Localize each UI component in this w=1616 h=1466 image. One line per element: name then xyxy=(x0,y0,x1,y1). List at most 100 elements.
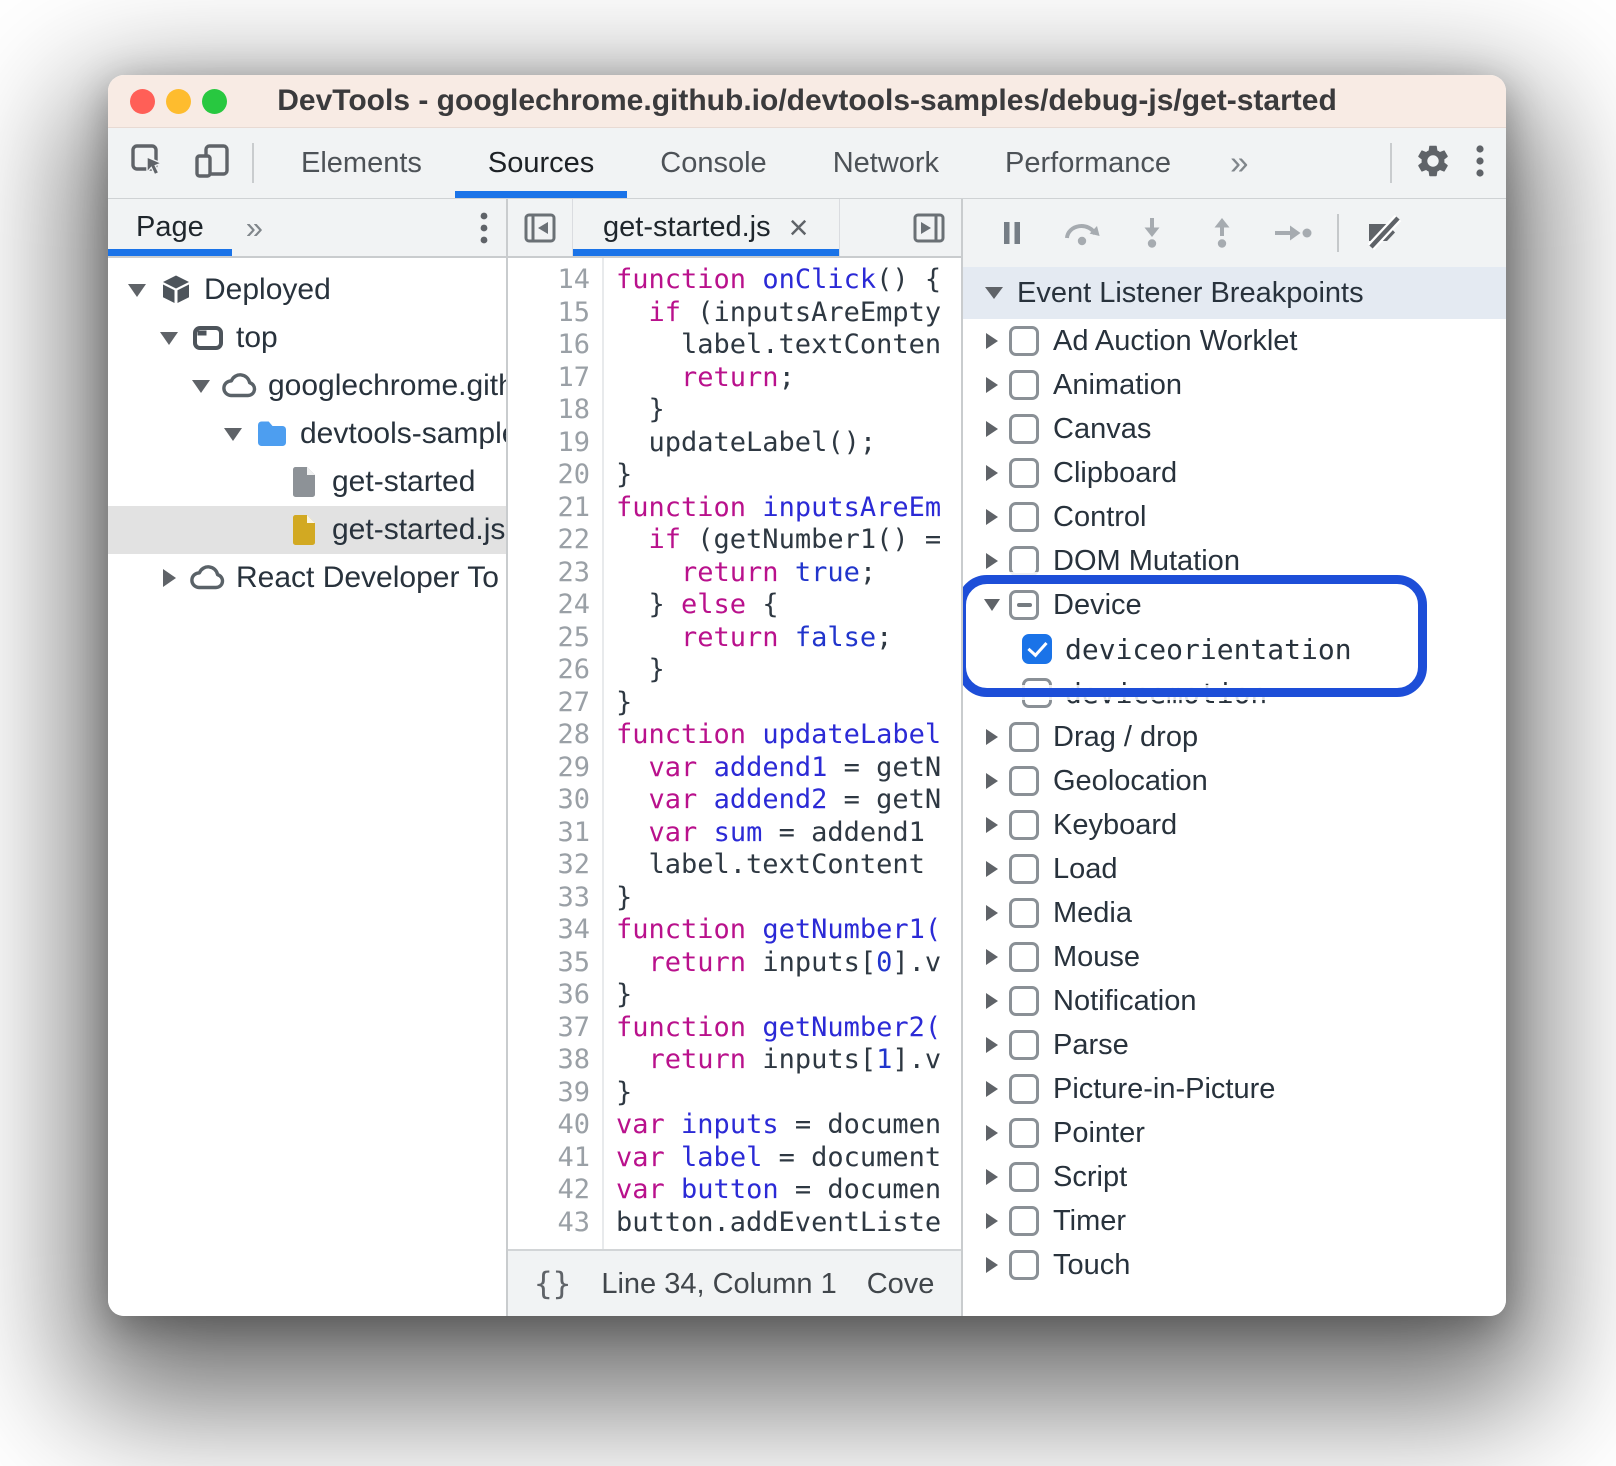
breakpoint-parse[interactable]: Parse xyxy=(963,1023,1506,1067)
tree-item-get-started-js[interactable]: get-started.js xyxy=(108,506,506,554)
navigator-menu-button[interactable] xyxy=(478,209,490,247)
breakpoint-devicemotion-checkbox[interactable] xyxy=(1022,678,1052,708)
code-line[interactable]: var addend2 = getN xyxy=(616,784,961,817)
more-tabs-button[interactable]: » xyxy=(1204,128,1274,198)
chevron-right-icon[interactable] xyxy=(975,729,1009,745)
code-line[interactable]: label.textContent xyxy=(616,849,961,882)
chevron-down-icon[interactable] xyxy=(184,380,218,393)
line-number[interactable]: 17 xyxy=(508,362,590,395)
code-line[interactable]: return true; xyxy=(616,557,961,590)
inspect-icon[interactable] xyxy=(128,141,168,186)
chevron-right-icon[interactable] xyxy=(975,1169,1009,1185)
chevron-right-icon[interactable] xyxy=(975,465,1009,481)
kebab-menu-icon[interactable] xyxy=(1474,141,1486,186)
chevron-down-icon[interactable] xyxy=(120,284,154,297)
breakpoint-script-checkbox[interactable] xyxy=(1009,1162,1039,1192)
code-line[interactable]: } xyxy=(616,459,961,492)
line-number[interactable]: 22 xyxy=(508,524,590,557)
chevron-down-icon[interactable] xyxy=(975,599,1009,611)
code-line[interactable]: function getNumber1( xyxy=(616,914,961,947)
line-number[interactable]: 25 xyxy=(508,622,590,655)
breakpoint-pointer-checkbox[interactable] xyxy=(1009,1118,1039,1148)
breakpoint-animation-checkbox[interactable] xyxy=(1009,370,1039,400)
line-number[interactable]: 20 xyxy=(508,459,590,492)
line-number[interactable]: 41 xyxy=(508,1142,590,1175)
breakpoint-mouse-checkbox[interactable] xyxy=(1009,942,1039,972)
line-number[interactable]: 18 xyxy=(508,394,590,427)
code-line[interactable]: } xyxy=(616,687,961,720)
breakpoint-load[interactable]: Load xyxy=(963,847,1506,891)
breakpoint-parse-checkbox[interactable] xyxy=(1009,1030,1039,1060)
line-number[interactable]: 43 xyxy=(508,1207,590,1240)
breakpoint-keyboard[interactable]: Keyboard xyxy=(963,803,1506,847)
tab-page[interactable]: Page xyxy=(108,199,232,256)
code-line[interactable]: button.addEventListe xyxy=(616,1207,961,1240)
chevron-right-icon[interactable] xyxy=(975,333,1009,349)
line-number[interactable]: 30 xyxy=(508,784,590,817)
breakpoint-deviceorientation-checkbox[interactable] xyxy=(1022,634,1052,664)
breakpoint-control-checkbox[interactable] xyxy=(1009,502,1039,532)
line-number[interactable]: 19 xyxy=(508,427,590,460)
code-line[interactable]: return false; xyxy=(616,622,961,655)
breakpoint-notification[interactable]: Notification xyxy=(963,979,1506,1023)
minimize-window-button[interactable] xyxy=(166,89,191,114)
step-button[interactable] xyxy=(1257,199,1327,267)
chevron-right-icon[interactable] xyxy=(975,773,1009,789)
line-number[interactable]: 23 xyxy=(508,557,590,590)
chevron-right-icon[interactable] xyxy=(975,993,1009,1009)
pretty-print-icon[interactable]: {} xyxy=(534,1266,571,1302)
chevron-right-icon[interactable] xyxy=(975,421,1009,437)
line-number[interactable]: 39 xyxy=(508,1077,590,1110)
line-number[interactable]: 14 xyxy=(508,264,590,297)
breakpoint-touch-checkbox[interactable] xyxy=(1009,1250,1039,1280)
line-number-gutter[interactable]: 1415161718192021222324252627282930313233… xyxy=(508,258,604,1249)
code-line[interactable]: return inputs[1].v xyxy=(616,1044,961,1077)
code-line[interactable]: function getNumber2( xyxy=(616,1012,961,1045)
deactivate-breakpoints-button[interactable] xyxy=(1349,199,1419,267)
breakpoint-animation[interactable]: Animation xyxy=(963,363,1506,407)
line-number[interactable]: 42 xyxy=(508,1174,590,1207)
tab-performance[interactable]: Performance xyxy=(972,128,1204,198)
chevron-right-icon[interactable] xyxy=(152,569,186,587)
code-line[interactable]: label.textConten xyxy=(616,329,961,362)
event-listener-breakpoints-header[interactable]: Event Listener Breakpoints xyxy=(963,267,1506,319)
breakpoint-media-checkbox[interactable] xyxy=(1009,898,1039,928)
chevron-down-icon[interactable] xyxy=(152,332,186,345)
breakpoint-canvas-checkbox[interactable] xyxy=(1009,414,1039,444)
step-out-button[interactable] xyxy=(1187,199,1257,267)
tree-item-devtools-sample[interactable]: devtools-sample xyxy=(108,410,506,458)
chevron-right-icon[interactable] xyxy=(975,509,1009,525)
editor-tab-get-started-js[interactable]: get-started.js × xyxy=(572,199,840,256)
breakpoint-geolocation[interactable]: Geolocation xyxy=(963,759,1506,803)
line-number[interactable]: 29 xyxy=(508,752,590,785)
line-number[interactable]: 36 xyxy=(508,979,590,1012)
breakpoint-dom-mutation-checkbox[interactable] xyxy=(1009,546,1039,576)
chevron-right-icon[interactable] xyxy=(975,1037,1009,1053)
line-number[interactable]: 15 xyxy=(508,297,590,330)
code-line[interactable]: } xyxy=(616,654,961,687)
code-line[interactable]: var sum = addend1 xyxy=(616,817,961,850)
code-line[interactable]: var label = document xyxy=(616,1142,961,1175)
breakpoint-dom-mutation[interactable]: DOM Mutation xyxy=(963,539,1506,583)
line-number[interactable]: 16 xyxy=(508,329,590,362)
tree-item-deployed[interactable]: Deployed xyxy=(108,266,506,314)
code-line[interactable]: } xyxy=(616,1077,961,1110)
step-over-button[interactable] xyxy=(1047,199,1117,267)
code-line[interactable]: return; xyxy=(616,362,961,395)
tree-item-get-started[interactable]: get-started xyxy=(108,458,506,506)
code-line[interactable]: } else { xyxy=(616,589,961,622)
chevron-right-icon[interactable] xyxy=(975,1213,1009,1229)
breakpoint-keyboard-checkbox[interactable] xyxy=(1009,810,1039,840)
code-line[interactable]: if (inputsAreEmpty xyxy=(616,297,961,330)
code-line[interactable]: var button = documen xyxy=(616,1174,961,1207)
code-editor[interactable]: 1415161718192021222324252627282930313233… xyxy=(508,258,961,1249)
code-line[interactable]: } xyxy=(616,882,961,915)
breakpoint-notification-checkbox[interactable] xyxy=(1009,986,1039,1016)
breakpoint-ad-auction-worklet[interactable]: Ad Auction Worklet xyxy=(963,319,1506,363)
breakpoint-media[interactable]: Media xyxy=(963,891,1506,935)
close-window-button[interactable] xyxy=(130,89,155,114)
line-number[interactable]: 35 xyxy=(508,947,590,980)
code-line[interactable]: function onClick() { xyxy=(616,264,961,297)
code-lines[interactable]: function onClick() { if (inputsAreEmpty … xyxy=(604,258,961,1249)
device-toolbar-icon[interactable] xyxy=(192,141,232,186)
